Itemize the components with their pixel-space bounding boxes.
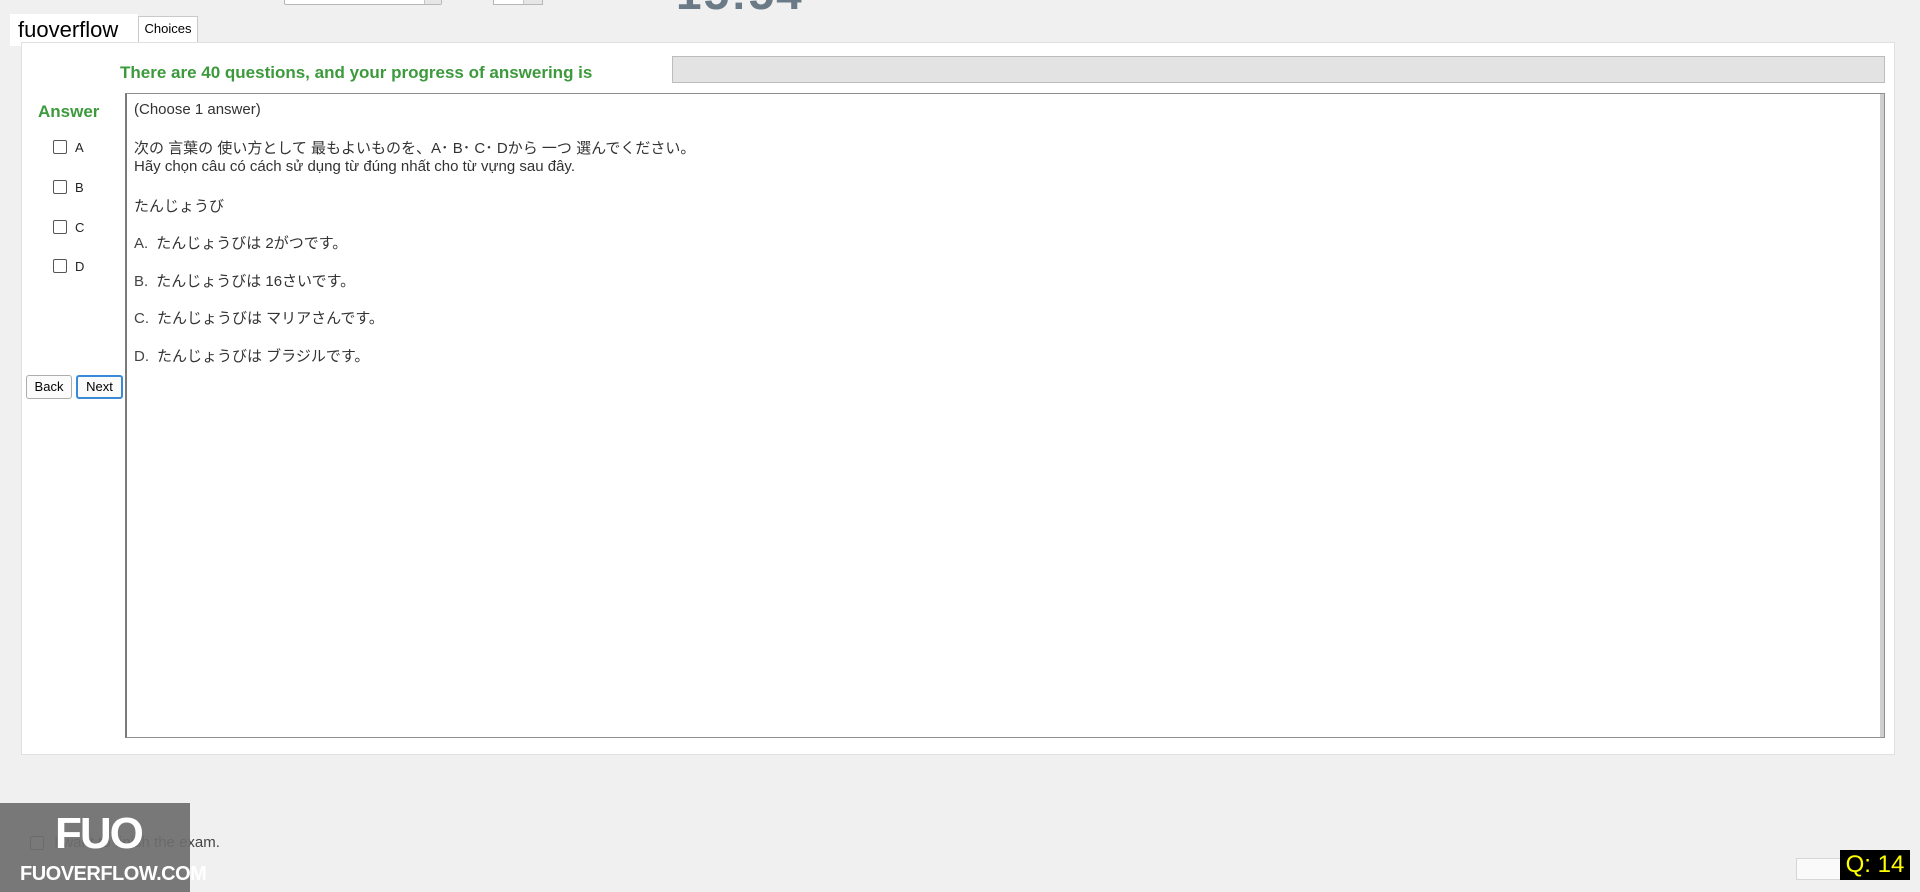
answer-option-label: B [75,179,84,195]
choice-letter: D. [134,348,149,365]
answer-option-a[interactable]: A [53,138,84,156]
choice-b: B. たんじょうびは 16さいです。 [134,270,355,291]
checkbox-c[interactable] [53,220,67,234]
question-word: たんじょうび [134,198,225,215]
answer-option-d[interactable]: D [53,257,84,275]
answer-title: Answer [38,102,100,121]
top-combo-box[interactable] [284,0,442,5]
small-button[interactable] [1796,858,1842,880]
answer-option-b[interactable]: B [53,178,84,196]
progress-bar [672,56,1885,83]
scrollbar[interactable] [1880,94,1884,737]
answer-option-c[interactable]: C [53,218,84,236]
question-instruction: (Choose 1 answer) [134,101,261,118]
watermark-text: FUOVERFLOW.COM [20,863,207,885]
timer-display: 15:54 [676,0,804,20]
choice-d: D. たんじょうびは ブラジルです。 [134,345,369,366]
watermark-logo: FUO FUOVERFLOW.COM [0,803,207,892]
question-counter: Q: 14 [1840,850,1910,880]
choice-text: たんじょうびは ブラジルです。 [157,348,370,365]
choice-c: C. たんじょうびは マリアさんです。 [134,307,384,328]
answer-option-label: C [75,219,85,235]
top-spinner[interactable] [493,0,543,5]
answer-option-label: D [75,258,85,274]
checkbox-a[interactable] [53,140,67,154]
tab-choices[interactable]: Choices [138,16,198,42]
choice-letter: A. [134,235,149,252]
choice-letter: B. [134,273,149,290]
question-text-area[interactable] [125,93,1885,738]
back-button[interactable]: Back [26,375,72,399]
answer-option-label: A [75,139,84,155]
question-prompt-vi: Hãy chọn câu có cách sử dụng từ đúng nhấ… [134,158,575,175]
choice-text: たんじょうびは マリアさんです。 [157,310,384,327]
progress-label: There are 40 questions, and your progres… [120,63,593,82]
choice-letter: C. [134,310,149,327]
next-button[interactable]: Next [76,375,123,399]
checkbox-d[interactable] [53,259,67,273]
question-prompt-jp: 次の 言葉の 使い方として 最もよいものを、A･ B･ C･ Dから 一つ 選ん… [134,140,696,157]
checkbox-b[interactable] [53,180,67,194]
choice-a: A. たんじょうびは 2がつです。 [134,232,347,253]
choice-text: たんじょうびは 16さいです。 [156,273,356,290]
choice-text: たんじょうびは 2がつです。 [156,235,348,252]
watermark-logo-text: FUO [55,809,144,858]
